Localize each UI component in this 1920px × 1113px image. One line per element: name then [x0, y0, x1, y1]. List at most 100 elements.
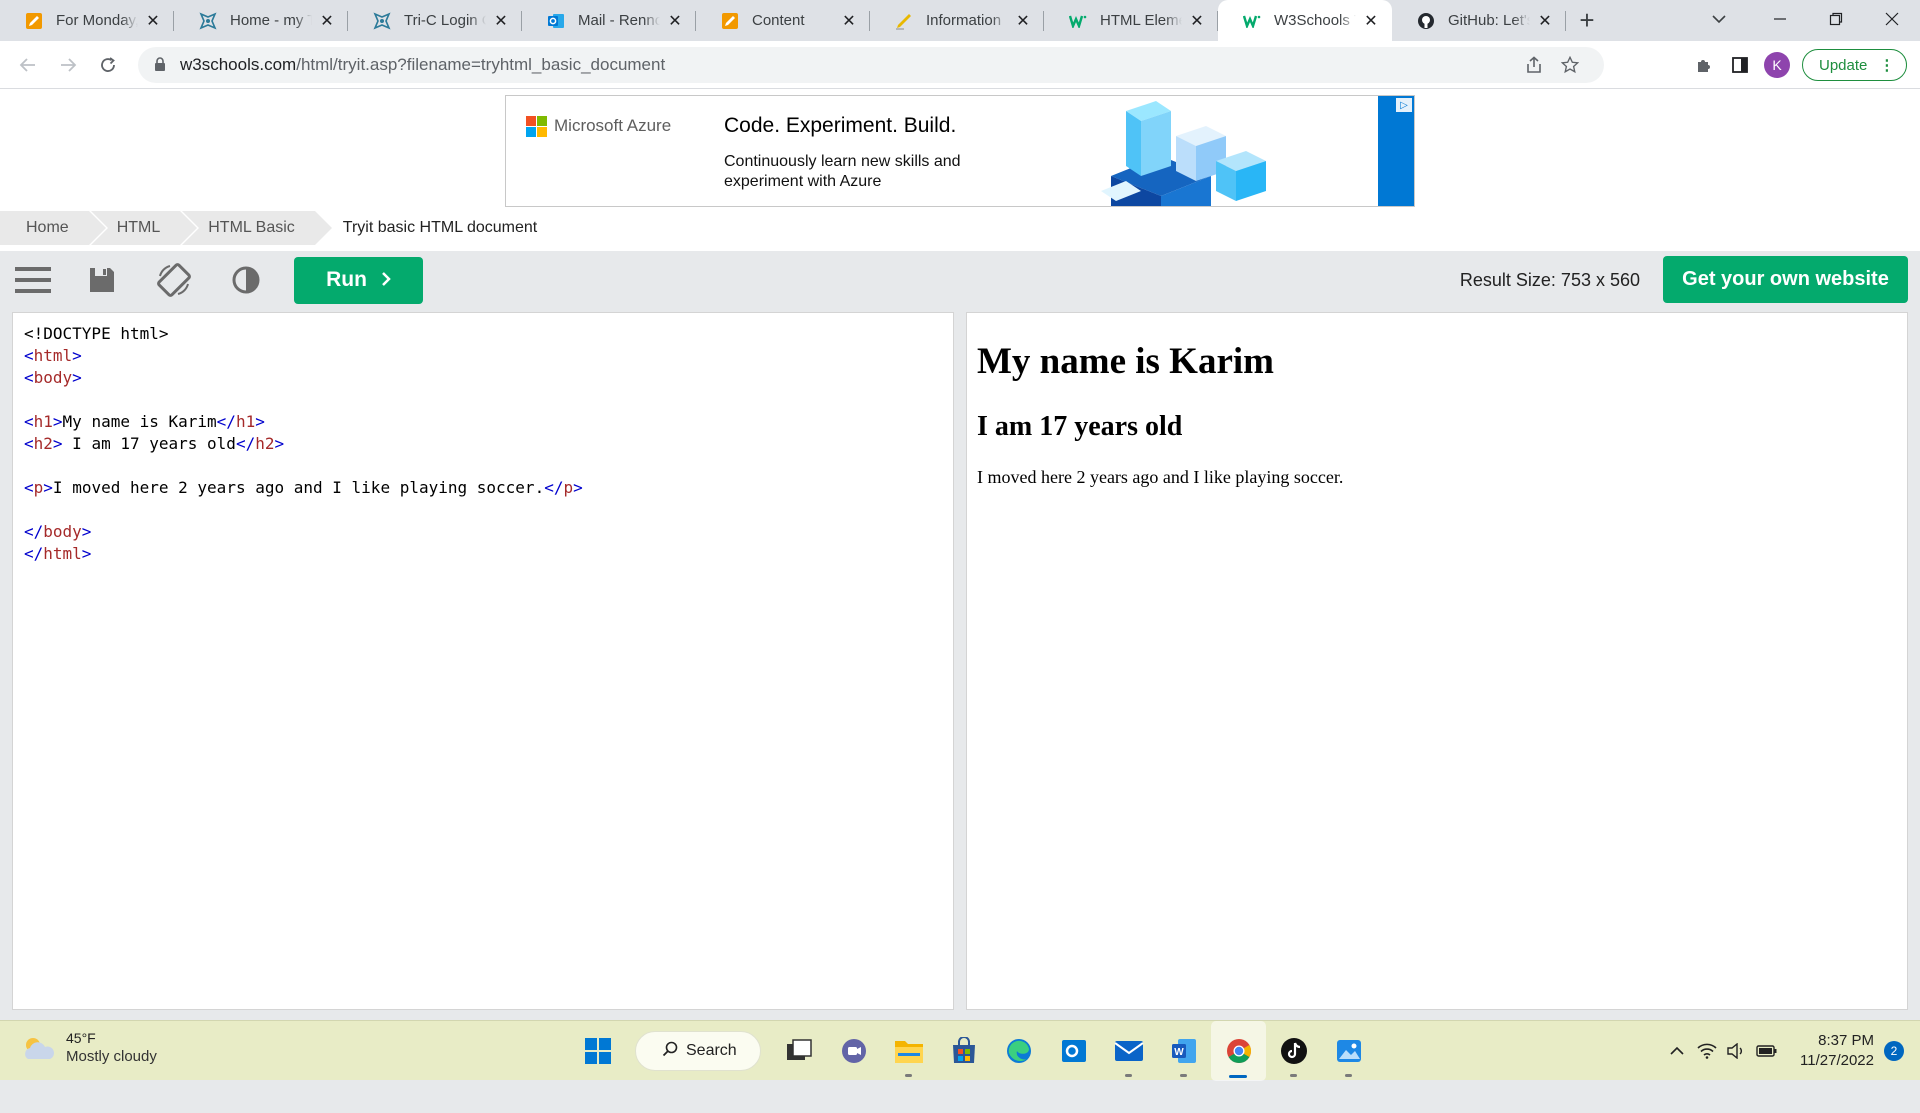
- microsoft-logo: Microsoft Azure: [526, 116, 671, 137]
- profile-avatar[interactable]: K: [1764, 52, 1790, 78]
- tab-list: For Monday, N✕Home - my Tri✕Tri-C Login …: [0, 0, 1566, 41]
- code-tag-name: p: [33, 478, 44, 497]
- share-icon[interactable]: [1516, 56, 1552, 74]
- azure-ad-banner[interactable]: Microsoft Azure Code. Experiment. Build.…: [505, 95, 1415, 207]
- file-explorer-icon[interactable]: [881, 1021, 936, 1081]
- url-text[interactable]: w3schools.com/html/tryit.asp?filename=tr…: [180, 55, 1516, 75]
- tiktok-icon[interactable]: [1266, 1021, 1321, 1081]
- restore-icon[interactable]: [1808, 0, 1864, 38]
- code-bracket: >: [52, 412, 63, 431]
- outlook-icon: [546, 11, 566, 31]
- browser-tab[interactable]: Information ✕: [870, 0, 1044, 41]
- close-tab-icon[interactable]: ✕: [1014, 12, 1032, 30]
- more-menu-icon[interactable]: ⋮: [1879, 56, 1894, 74]
- code-line: <p>I moved here 2 years ago and I like p…: [24, 477, 953, 499]
- reload-icon[interactable]: [88, 45, 128, 85]
- lock-icon[interactable]: [154, 56, 166, 74]
- volume-icon[interactable]: [1722, 1043, 1752, 1059]
- close-tab-icon[interactable]: ✕: [1362, 12, 1380, 30]
- code-tag-name: p: [563, 478, 574, 497]
- microsoft-store-icon[interactable]: [936, 1021, 991, 1081]
- code-line: <html>: [24, 345, 953, 367]
- teams-chat-icon[interactable]: [826, 1021, 881, 1081]
- close-tab-icon[interactable]: ✕: [1536, 12, 1554, 30]
- window-controls: [1752, 0, 1920, 41]
- clock-date: 11/27/2022: [1800, 1052, 1874, 1069]
- minimize-icon[interactable]: [1752, 0, 1808, 38]
- w3schools-icon: [1068, 11, 1088, 31]
- battery-icon[interactable]: [1752, 1044, 1782, 1058]
- code-bracket: >: [72, 346, 82, 365]
- pencil-doc-icon: [720, 11, 740, 31]
- search-icon: [662, 1041, 678, 1062]
- forward-arrow-icon[interactable]: [48, 45, 88, 85]
- weather-desc: Mostly cloudy: [66, 1048, 157, 1065]
- code-bracket: </: [24, 544, 44, 563]
- run-button[interactable]: Run: [294, 256, 423, 304]
- browser-tab[interactable]: Content ✕: [696, 0, 870, 41]
- weather-widget[interactable]: 45°F Mostly cloudy: [20, 1029, 157, 1067]
- code-bracket: >: [81, 544, 92, 563]
- menu-hamburger-icon[interactable]: [0, 251, 66, 309]
- tab-title: Tri-C Login Ce: [404, 12, 486, 29]
- close-tab-icon[interactable]: ✕: [666, 12, 684, 30]
- close-tab-icon[interactable]: ✕: [144, 12, 162, 30]
- result-frame[interactable]: My name is Karim I am 17 years old I mov…: [966, 312, 1908, 1010]
- code-bracket: </: [24, 522, 44, 541]
- browser-tab[interactable]: GitHub: Let's b ✕: [1392, 0, 1566, 41]
- task-view-icon[interactable]: [771, 1021, 826, 1081]
- code-line: </body>: [24, 521, 953, 543]
- browser-tab[interactable]: Mail - Renno, I ✕: [522, 0, 696, 41]
- run-label: Run: [326, 268, 367, 291]
- breadcrumb-html-basic[interactable]: HTML Basic: [182, 211, 334, 245]
- chrome-icon[interactable]: [1211, 1021, 1266, 1081]
- clock[interactable]: 8:37 PM 11/27/2022: [1800, 1031, 1874, 1071]
- close-tab-icon[interactable]: ✕: [1188, 12, 1206, 30]
- wifi-icon[interactable]: [1692, 1043, 1722, 1059]
- close-window-icon[interactable]: [1864, 0, 1920, 38]
- update-button[interactable]: Update ⋮: [1802, 49, 1908, 81]
- photos-icon[interactable]: [1321, 1021, 1376, 1081]
- tab-search-chevron-icon[interactable]: [1698, 0, 1740, 38]
- address-bar[interactable]: w3schools.com/html/tryit.asp?filename=tr…: [138, 47, 1604, 83]
- ad-body: Continuously learn new skills and experi…: [724, 153, 961, 190]
- code-bracket: >: [52, 434, 63, 453]
- browser-tab[interactable]: HTML Element ✕: [1044, 0, 1218, 41]
- close-tab-icon[interactable]: ✕: [318, 12, 336, 30]
- dark-mode-contrast-icon[interactable]: [210, 251, 282, 309]
- browser-tab[interactable]: For Monday, N ✕: [0, 0, 174, 41]
- code-editor[interactable]: <!DOCTYPE html> <html> <body> <h1>My name i…: [12, 312, 954, 1010]
- new-tab-button[interactable]: +: [1566, 0, 1608, 41]
- get-your-own-website-button[interactable]: Get your own website: [1663, 256, 1908, 303]
- browser-tab[interactable]: W3Schools Tr ✕: [1218, 0, 1392, 41]
- breadcrumb-home[interactable]: Home: [0, 211, 108, 245]
- taskbar-search[interactable]: Search: [635, 1031, 761, 1071]
- code-bracket: >: [274, 434, 285, 453]
- outlook-icon[interactable]: [1046, 1021, 1101, 1081]
- browser-tab[interactable]: Home - my Tri ✕: [174, 0, 348, 41]
- edge-icon[interactable]: [991, 1021, 1046, 1081]
- notification-badge[interactable]: 2: [1884, 1041, 1904, 1061]
- show-hidden-icons-chevron-icon[interactable]: [1662, 1046, 1692, 1056]
- rotate-orientation-icon[interactable]: [138, 251, 210, 309]
- code-bracket: <: [24, 368, 34, 387]
- close-tab-icon[interactable]: ✕: [840, 12, 858, 30]
- bookmark-star-icon[interactable]: [1552, 56, 1588, 74]
- back-arrow-icon[interactable]: [8, 45, 48, 85]
- word-icon[interactable]: W: [1156, 1021, 1211, 1081]
- tab-title: For Monday, N: [56, 12, 138, 29]
- tab-title: Mail - Renno, I: [578, 12, 660, 29]
- mail-icon[interactable]: [1101, 1021, 1156, 1081]
- side-panel-icon[interactable]: [1722, 47, 1758, 83]
- save-floppy-icon[interactable]: [66, 251, 138, 309]
- svg-text:W: W: [1174, 1047, 1184, 1058]
- close-tab-icon[interactable]: ✕: [492, 12, 510, 30]
- code-bracket: >: [81, 522, 92, 541]
- github-icon: [1416, 11, 1436, 31]
- code-tag-name: h1: [235, 412, 256, 431]
- adchoices-icon[interactable]: ▷: [1396, 98, 1412, 112]
- browser-tab[interactable]: Tri-C Login Ce ✕: [348, 0, 522, 41]
- start-icon[interactable]: [570, 1021, 625, 1081]
- extensions-puzzle-icon[interactable]: [1686, 47, 1722, 83]
